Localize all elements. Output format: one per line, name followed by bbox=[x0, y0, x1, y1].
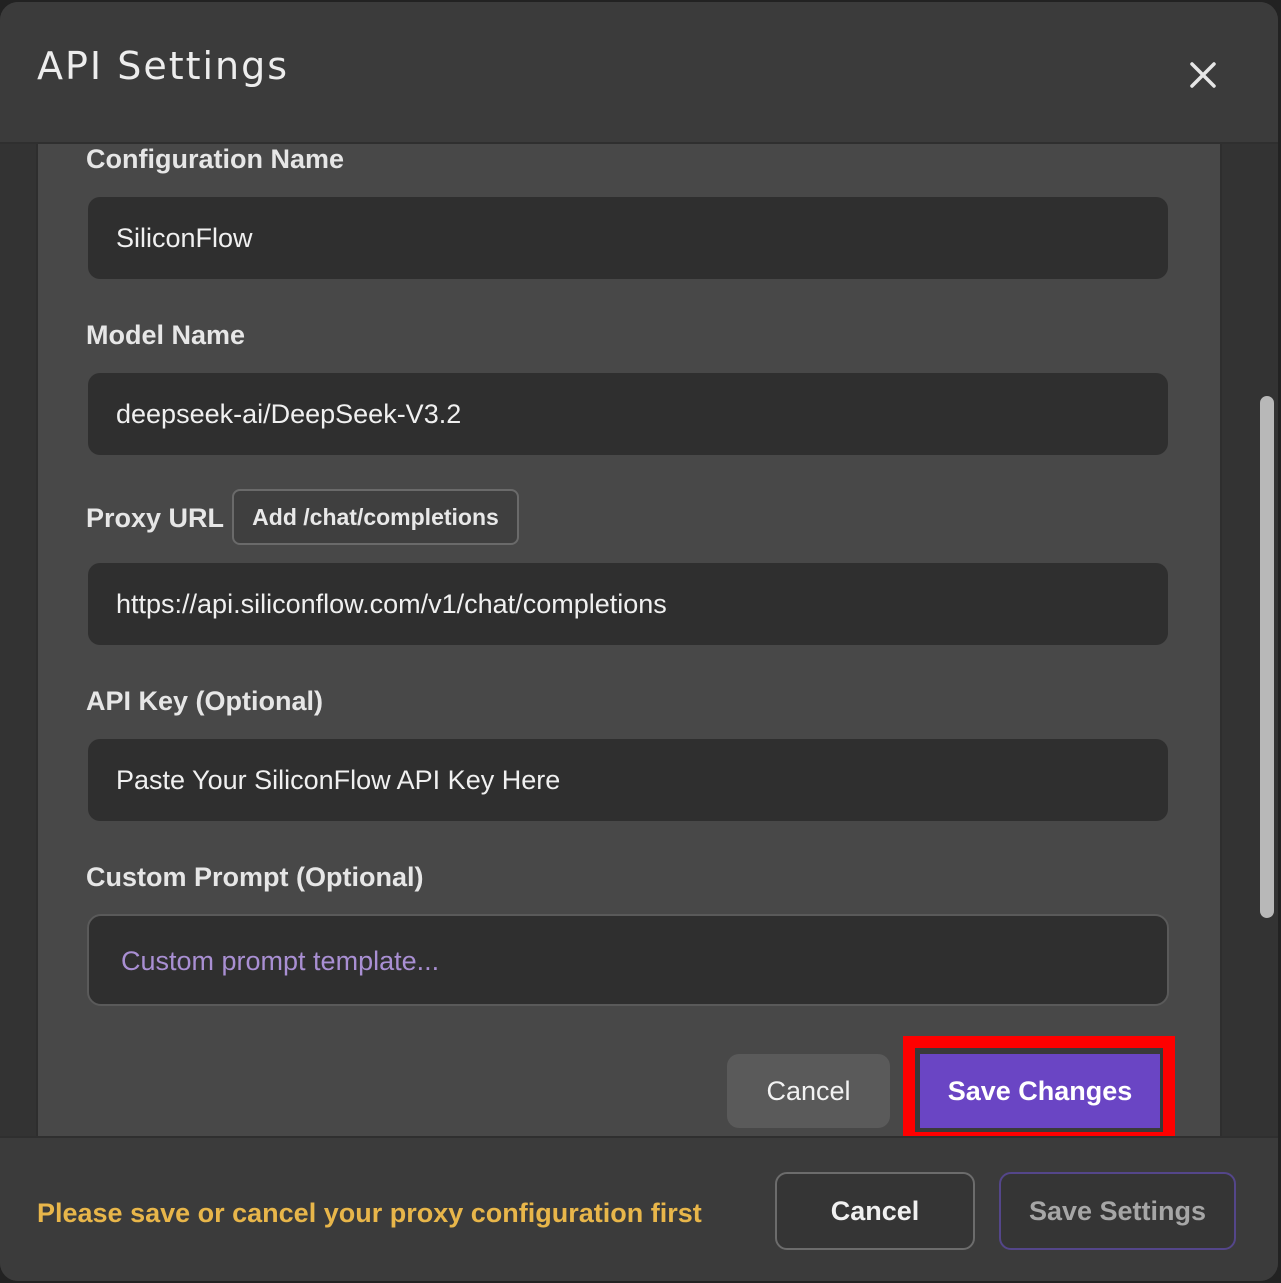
api-settings-dialog: API Settings Configuration Name Model Na… bbox=[0, 2, 1278, 1281]
scrollbar-thumb[interactable] bbox=[1260, 396, 1274, 918]
api-key-input[interactable] bbox=[88, 739, 1168, 821]
warning-message: Please save or cancel your proxy configu… bbox=[37, 1198, 702, 1228]
save-settings-button[interactable]: Save Settings bbox=[999, 1172, 1236, 1250]
dialog-header: API Settings bbox=[0, 2, 1278, 144]
api-key-label: API Key (Optional) bbox=[86, 686, 324, 716]
close-icon bbox=[1190, 62, 1216, 88]
custom-prompt-label: Custom Prompt (Optional) bbox=[86, 862, 424, 892]
cancel-button[interactable]: Cancel bbox=[775, 1172, 975, 1250]
proxy-url-label: Proxy URL bbox=[86, 503, 225, 533]
model-name-label: Model Name bbox=[86, 320, 246, 350]
model-name-input[interactable] bbox=[88, 373, 1168, 455]
config-name-input[interactable] bbox=[88, 197, 1168, 279]
proxy-url-input[interactable] bbox=[88, 563, 1168, 645]
custom-prompt-textarea[interactable] bbox=[87, 914, 1169, 1006]
cancel-proxy-button[interactable]: Cancel bbox=[727, 1054, 890, 1128]
config-name-label: Configuration Name bbox=[86, 144, 345, 174]
dialog-body: Configuration Name Model Name Proxy URL … bbox=[0, 144, 1278, 1144]
save-changes-button[interactable]: Save Changes bbox=[920, 1054, 1160, 1128]
dialog-title: API Settings bbox=[37, 44, 290, 88]
dialog-footer: Please save or cancel your proxy configu… bbox=[0, 1136, 1278, 1281]
add-chat-completions-button[interactable]: Add /chat/completions bbox=[232, 489, 519, 545]
close-button[interactable] bbox=[1180, 52, 1226, 98]
